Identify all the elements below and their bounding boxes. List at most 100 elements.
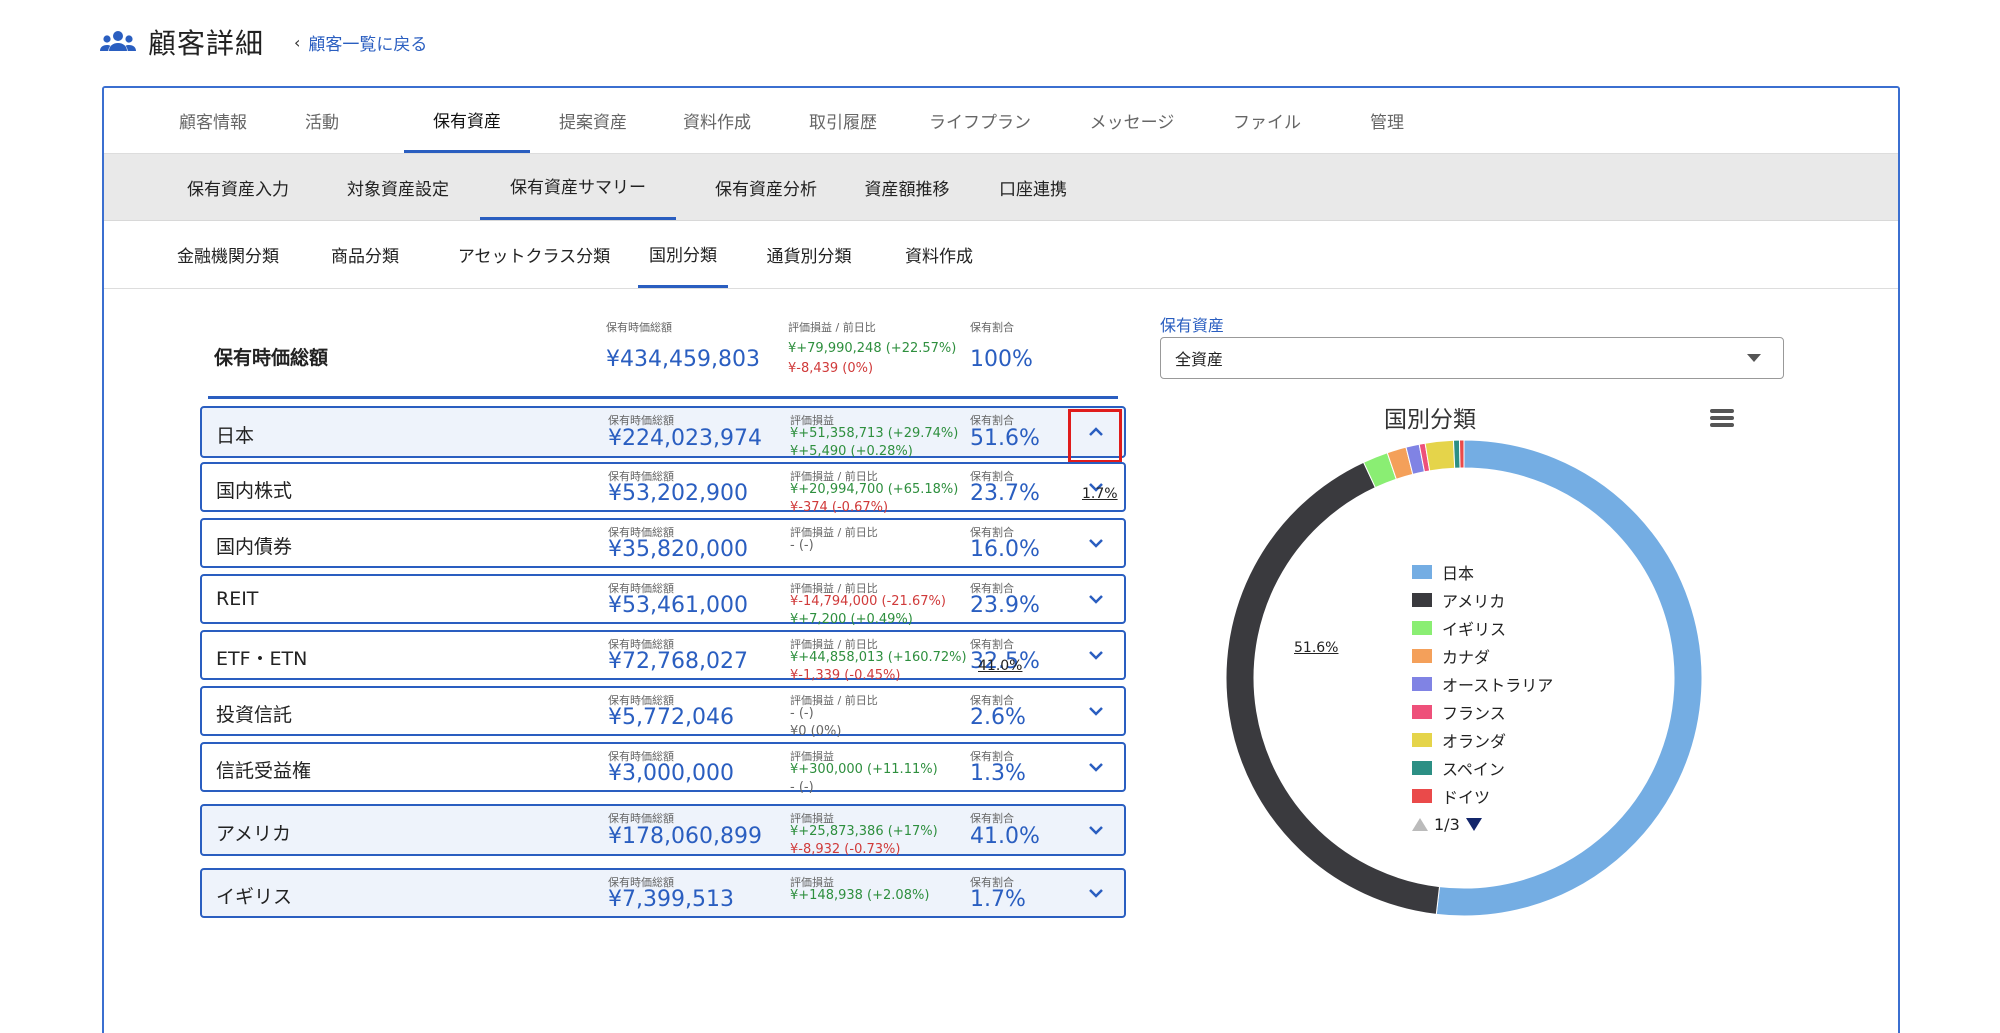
holding-row-trust-beneficiary[interactable]: 信託受益権 保有時価総額 ¥3,000,000 評価損益 ¥+300,000 (+11.… — [200, 742, 1126, 795]
row-value: ¥3,000,000 — [608, 761, 734, 786]
legend-prev-icon[interactable] — [1412, 817, 1428, 831]
donut-slice-netherlands[interactable] — [1424, 439, 1456, 472]
back-link-label: 顧客一覧に戻る — [308, 34, 428, 55]
legend-pager: 1/3 — [1412, 810, 1553, 838]
legend-item-netherlands[interactable]: オランダ — [1412, 726, 1553, 754]
legend-item-spain[interactable]: スペイン — [1412, 754, 1553, 782]
data-label-uk: 1.7% — [1082, 486, 1118, 502]
legend-swatch — [1412, 761, 1432, 775]
legend-item-japan[interactable]: 日本 — [1412, 558, 1553, 586]
row-daychange: ¥-374 (-0.67%) — [790, 500, 889, 515]
legend-label: ドイツ — [1442, 788, 1491, 807]
summary-label: 保有時価総額 — [214, 347, 329, 369]
tab-holdings-summary[interactable]: 保有資産サマリー — [480, 154, 676, 220]
tab-holdings[interactable]: 保有資産 — [404, 88, 530, 153]
row-value: ¥72,768,027 — [608, 649, 748, 674]
summary-pl-head: 評価損益 / 前日比 — [788, 321, 876, 334]
legend-item-usa[interactable]: アメリカ — [1412, 586, 1553, 614]
row-pl: - (-) — [790, 538, 814, 553]
legend-swatch — [1412, 733, 1432, 747]
legend-item-australia[interactable]: オーストラリア — [1412, 670, 1553, 698]
collapse-button-highlight — [1068, 409, 1122, 463]
tab-messages[interactable]: メッセージ — [1064, 88, 1200, 153]
summary-value: ¥434,459,803 — [606, 347, 760, 372]
holding-filter-select[interactable]: 全資産 — [1160, 337, 1784, 379]
row-name: イギリス — [216, 886, 293, 908]
tab-admin[interactable]: 管理 — [1344, 88, 1430, 153]
donut-slice-germany[interactable] — [1458, 439, 1465, 469]
tab-report-create[interactable]: 資料作成 — [884, 221, 994, 288]
tab-target-asset-settings[interactable]: 対象資産設定 — [320, 154, 476, 220]
legend-item-canada[interactable]: カナダ — [1412, 642, 1553, 670]
legend-swatch — [1412, 677, 1432, 691]
donut-slice-spain[interactable] — [1452, 439, 1461, 469]
legend-swatch — [1412, 565, 1432, 579]
row-value: ¥224,023,974 — [608, 426, 762, 451]
chevron-down-icon[interactable] — [1086, 645, 1106, 665]
holding-row-reit[interactable]: REIT 保有時価総額 ¥53,461,000 評価損益 / 前日比 ¥-14,794,… — [200, 574, 1126, 627]
tab-asset-class-category[interactable]: アセットクラス分類 — [436, 221, 632, 288]
tab-documents[interactable]: 資料作成 — [664, 88, 770, 153]
legend-item-france[interactable]: フランス — [1412, 698, 1553, 726]
chart-menu-icon[interactable] — [1710, 408, 1734, 428]
row-pl: ¥-14,794,000 (-21.67%) — [790, 594, 946, 609]
legend-swatch — [1412, 593, 1432, 607]
back-to-customer-list-link[interactable]: ‹ 顧客一覧に戻る — [294, 30, 427, 55]
tab-proposal-assets[interactable]: 提案資産 — [540, 88, 646, 153]
row-value: ¥178,060,899 — [608, 824, 762, 849]
row-daychange: ¥-8,932 (-0.73%) — [790, 842, 901, 857]
tab-product-category[interactable]: 商品分類 — [312, 221, 418, 288]
tab-currency-category[interactable]: 通貨別分類 — [746, 221, 872, 288]
row-ratio: 51.6% — [970, 426, 1040, 451]
tab-files[interactable]: ファイル — [1214, 88, 1320, 153]
legend-swatch — [1412, 789, 1432, 803]
holding-row-usa[interactable]: アメリカ 保有時価総額 ¥178,060,899 評価損益 ¥+25,873,386 (… — [200, 804, 1126, 857]
row-daychange: ¥-1,339 (-0.45%) — [790, 668, 901, 683]
holding-filter-value: 全資産 — [1175, 350, 1224, 369]
donut-slice-usa[interactable] — [1225, 461, 1441, 915]
row-pl: ¥+44,858,013 (+160.72%) — [790, 650, 967, 665]
tab-holdings-input[interactable]: 保有資産入力 — [160, 154, 316, 220]
chevron-down-icon[interactable] — [1086, 883, 1106, 903]
holding-row-uk[interactable]: イギリス 保有時価総額 ¥7,399,513 評価損益 ¥+148,938 (+2.08… — [200, 868, 1126, 918]
tab-account-link[interactable]: 口座連携 — [978, 154, 1088, 220]
row-pl: ¥+20,994,700 (+65.18%) — [790, 482, 959, 497]
chevron-down-icon[interactable] — [1086, 589, 1106, 609]
tab-institution-category[interactable]: 金融機関分類 — [160, 221, 296, 288]
tab-asset-trend[interactable]: 資産額推移 — [844, 154, 970, 220]
tab-customer-info[interactable]: 顧客情報 — [160, 88, 266, 153]
chevron-down-icon[interactable] — [1086, 533, 1106, 553]
row-name: 投資信託 — [216, 704, 293, 726]
row-name: 信託受益権 — [216, 760, 312, 782]
tab-country-category[interactable]: 国別分類 — [638, 221, 728, 288]
tab-transaction-history[interactable]: 取引履歴 — [790, 88, 896, 153]
tab-holdings-analysis[interactable]: 保有資産分析 — [688, 154, 844, 220]
chevron-down-icon[interactable] — [1086, 757, 1106, 777]
customer-detail-panel: 顧客情報 活動 保有資産 提案資産 資料作成 取引履歴 ライフプラン メッセージ… — [102, 86, 1900, 1033]
holding-row-domestic-bonds[interactable]: 国内債券 保有時価総額 ¥35,820,000 評価損益 / 前日比 - (-) 保有割合… — [200, 518, 1126, 568]
tab-life-plan[interactable]: ライフプラン — [912, 88, 1048, 153]
page-header: 顧客詳細 ‹ 顧客一覧に戻る — [100, 22, 427, 62]
holdings-sub-tabs: 保有資産入力 対象資産設定 保有資産サマリー 保有資産分析 資産額推移 口座連携 — [104, 154, 1898, 221]
holding-row-investment-trust[interactable]: 投資信託 保有時価総額 ¥5,772,046 評価損益 / 前日比 - (-) ¥0 (0… — [200, 686, 1126, 739]
chevron-down-icon[interactable] — [1086, 701, 1106, 721]
row-ratio: 2.6% — [970, 705, 1026, 730]
row-ratio: 16.0% — [970, 537, 1040, 562]
legend-item-germany[interactable]: ドイツ — [1412, 782, 1553, 810]
holding-row-japan[interactable]: 日本 保有時価総額 ¥224,023,974 評価損益 ¥+51,358,713 (+2… — [200, 406, 1126, 463]
tab-activity[interactable]: 活動 — [284, 88, 360, 153]
summary-daychange: ¥-8,439 (0%) — [788, 361, 874, 376]
holding-row-domestic-stocks[interactable]: 国内株式 保有時価総額 ¥53,202,900 評価損益 / 前日比 ¥+20,994,… — [200, 462, 1126, 515]
holding-filter-label: 保有資産 — [1160, 316, 1225, 335]
summary-ratio-head: 保有割合 — [970, 321, 1014, 334]
legend-label: オランダ — [1442, 732, 1507, 751]
main-tabs: 顧客情報 活動 保有資産 提案資産 資料作成 取引履歴 ライフプラン メッセージ… — [104, 88, 1898, 154]
legend-item-uk[interactable]: イギリス — [1412, 614, 1553, 642]
row-value: ¥53,461,000 — [608, 593, 748, 618]
row-pl: ¥+148,938 (+2.08%) — [790, 888, 930, 903]
legend-next-icon[interactable] — [1465, 817, 1482, 831]
row-pl: ¥+25,873,386 (+17%) — [790, 824, 938, 839]
chevron-down-icon[interactable] — [1086, 820, 1106, 840]
chart-legend: 日本 アメリカ イギリス カナダ オーストラリア フランスオランダスペインドイツ 1/3 — [1412, 558, 1553, 838]
row-daychange: ¥+5,490 (+0.28%) — [790, 444, 913, 459]
